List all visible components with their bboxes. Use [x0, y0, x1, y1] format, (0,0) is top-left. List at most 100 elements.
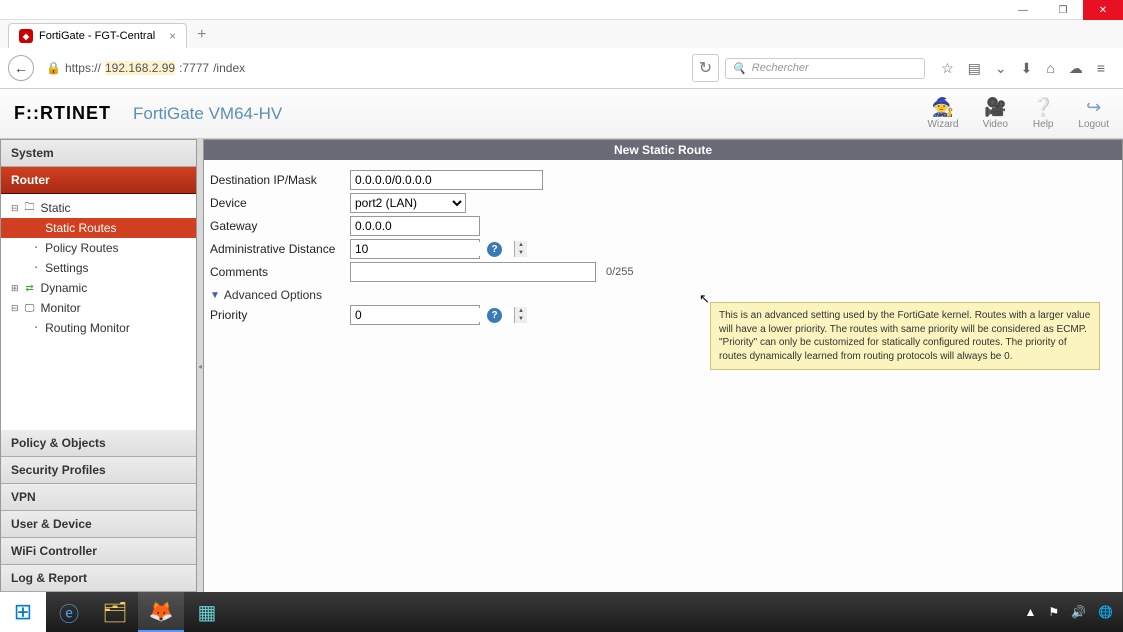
url-host: 192.168.2.99	[105, 61, 175, 75]
main-content: New Static Route Destination IP/Mask Dev…	[204, 139, 1123, 593]
video-button[interactable]: 🎥 Video	[983, 97, 1008, 130]
sidebar-resize-handle[interactable]: ◂	[197, 139, 204, 593]
expand-icon[interactable]: ⊞	[11, 283, 19, 294]
label-device: Device	[210, 196, 346, 210]
lock-icon: 🔒	[46, 61, 61, 75]
taskbar-explorer[interactable]: 🗂	[92, 592, 138, 632]
mouse-cursor-icon: ↖	[699, 291, 710, 307]
tree-node-settings[interactable]: Settings	[1, 258, 196, 278]
device-select[interactable]: port2 (LAN)	[350, 193, 466, 213]
reload-button[interactable]: ↻	[692, 54, 719, 82]
nav-back-button[interactable]: ←	[8, 55, 34, 81]
row-destination: Destination IP/Mask	[210, 170, 1116, 190]
fortinet-logo: F::RTINET	[14, 103, 111, 124]
row-device: Device port2 (LAN)	[210, 193, 1116, 213]
search-placeholder: Rechercher	[752, 62, 809, 74]
home-icon[interactable]: ⌂	[1046, 60, 1054, 77]
char-count: 0/255	[606, 266, 634, 278]
monitor-icon: 🖵	[23, 302, 37, 314]
sidebar-section-system[interactable]: System	[1, 140, 196, 167]
browser-tab[interactable]: ◆ FortiGate - FGT-Central ×	[8, 23, 187, 48]
windows-taskbar: ⊞ ⓔ 🗂 🦊 ▦ ▲ ⚑ 🔊 🌐	[0, 592, 1123, 632]
tree-node-routing-monitor[interactable]: Routing Monitor	[1, 318, 196, 338]
collapse-icon[interactable]: ⊟	[11, 303, 19, 314]
tray-volume-icon[interactable]: 🔊	[1067, 605, 1090, 619]
label-destination: Destination IP/Mask	[210, 173, 346, 187]
gateway-input[interactable]	[350, 216, 480, 236]
tree-node-static-routes[interactable]: Static Routes	[1, 218, 196, 238]
chevron-down-icon: ▼	[210, 290, 220, 301]
destination-input[interactable]	[350, 170, 543, 190]
downloads-icon[interactable]: ⬇	[1021, 60, 1033, 77]
sync-icon[interactable]: ☁	[1069, 60, 1083, 77]
help-icon: ❔	[1032, 97, 1054, 118]
comments-input[interactable]	[350, 262, 596, 282]
menu-icon[interactable]: ≡	[1097, 60, 1105, 77]
form-area: Destination IP/Mask Device port2 (LAN) G…	[204, 160, 1122, 338]
sidebar-section-wifi[interactable]: WiFi Controller	[1, 538, 196, 565]
header-actions: 🧙 Wizard 🎥 Video ❔ Help ↪ Logout	[927, 97, 1109, 130]
row-gateway: Gateway	[210, 216, 1116, 236]
spinner-down-button[interactable]: ▼	[515, 315, 527, 323]
logout-button[interactable]: ↪ Logout	[1078, 97, 1109, 130]
wizard-button[interactable]: 🧙 Wizard	[927, 97, 958, 130]
help-icon[interactable]: ?	[487, 308, 502, 323]
taskbar-ie[interactable]: ⓔ	[46, 592, 92, 632]
app-brand: F::RTINET FortiGate VM64-HV	[14, 103, 282, 124]
tray-flag-icon[interactable]: ⚑	[1044, 605, 1063, 619]
browser-tab-bar: ◆ FortiGate - FGT-Central × +	[0, 20, 1123, 48]
tree-node-monitor[interactable]: ⊟ 🖵 Monitor	[1, 298, 196, 318]
label-gateway: Gateway	[210, 219, 346, 233]
new-tab-button[interactable]: +	[187, 22, 216, 48]
spinner-up-button[interactable]: ▲	[515, 307, 527, 315]
spinner-up-button[interactable]: ▲	[515, 241, 527, 249]
label-comments: Comments	[210, 265, 346, 279]
sidebar-tree: ⊟ 🗀 Static Static Routes Policy Routes S…	[1, 194, 196, 430]
url-bar: ← 🔒 https://192.168.2.99:7777/index ↻ 🔍 …	[0, 48, 1123, 89]
sidebar-section-vpn[interactable]: VPN	[1, 484, 196, 511]
url-port: :7777	[179, 61, 209, 75]
window-maximize-button[interactable]: ❐	[1043, 0, 1083, 20]
start-button[interactable]: ⊞	[0, 592, 46, 632]
sidebar-section-log[interactable]: Log & Report	[1, 565, 196, 592]
priority-spinner[interactable]: ▲ ▼	[350, 305, 480, 325]
sidebar-section-policy[interactable]: Policy & Objects	[1, 430, 196, 457]
collapse-icon[interactable]: ⊟	[11, 203, 19, 214]
taskbar-app[interactable]: ▦	[184, 592, 230, 632]
bookmark-icon[interactable]: ☆	[941, 60, 954, 77]
spinner-buttons: ▲ ▼	[514, 241, 527, 257]
row-comments: Comments 0/255	[210, 262, 1116, 282]
tab-close-button[interactable]: ×	[169, 29, 176, 43]
url-field[interactable]: 🔒 https://192.168.2.99:7777/index	[40, 57, 686, 79]
browser-search-input[interactable]: 🔍 Rechercher	[725, 58, 925, 79]
help-icon[interactable]: ?	[487, 242, 502, 257]
pocket-icon[interactable]: ⌄	[995, 60, 1007, 77]
advanced-options-toggle[interactable]: ▼ Advanced Options	[210, 288, 1116, 302]
tree-node-policy-routes[interactable]: Policy Routes	[1, 238, 196, 258]
video-icon: 🎥	[983, 97, 1008, 118]
window-chrome: — ❐ ✕	[0, 0, 1123, 20]
search-icon: 🔍	[732, 62, 746, 75]
tree-node-static[interactable]: ⊟ 🗀 Static	[1, 198, 196, 218]
product-name: FortiGate VM64-HV	[133, 104, 282, 124]
window-minimize-button[interactable]: —	[1003, 0, 1043, 20]
sidebar-section-security[interactable]: Security Profiles	[1, 457, 196, 484]
tray-network-icon[interactable]: 🌐	[1094, 605, 1117, 619]
help-button[interactable]: ❔ Help	[1032, 97, 1054, 130]
system-tray[interactable]: ▲ ⚑ 🔊 🌐	[1020, 605, 1123, 619]
wizard-icon: 🧙	[927, 97, 958, 118]
spinner-down-button[interactable]: ▼	[515, 249, 527, 257]
sidebar-section-router[interactable]: Router	[1, 167, 196, 194]
tree-node-dynamic[interactable]: ⊞ ⇄ Dynamic	[1, 278, 196, 298]
admin-distance-spinner[interactable]: ▲ ▼	[350, 239, 480, 259]
window-close-button[interactable]: ✕	[1083, 0, 1123, 20]
sidebar-section-user[interactable]: User & Device	[1, 511, 196, 538]
priority-tooltip: This is an advanced setting used by the …	[710, 302, 1100, 370]
fortigate-favicon-icon: ◆	[19, 29, 33, 43]
taskbar-firefox[interactable]: 🦊	[138, 592, 184, 632]
label-admin-distance: Administrative Distance	[210, 242, 346, 256]
label-priority: Priority	[210, 308, 346, 322]
tab-title: FortiGate - FGT-Central	[39, 30, 155, 42]
reader-icon[interactable]: ▤	[968, 60, 981, 77]
tray-up-icon[interactable]: ▲	[1020, 605, 1040, 619]
